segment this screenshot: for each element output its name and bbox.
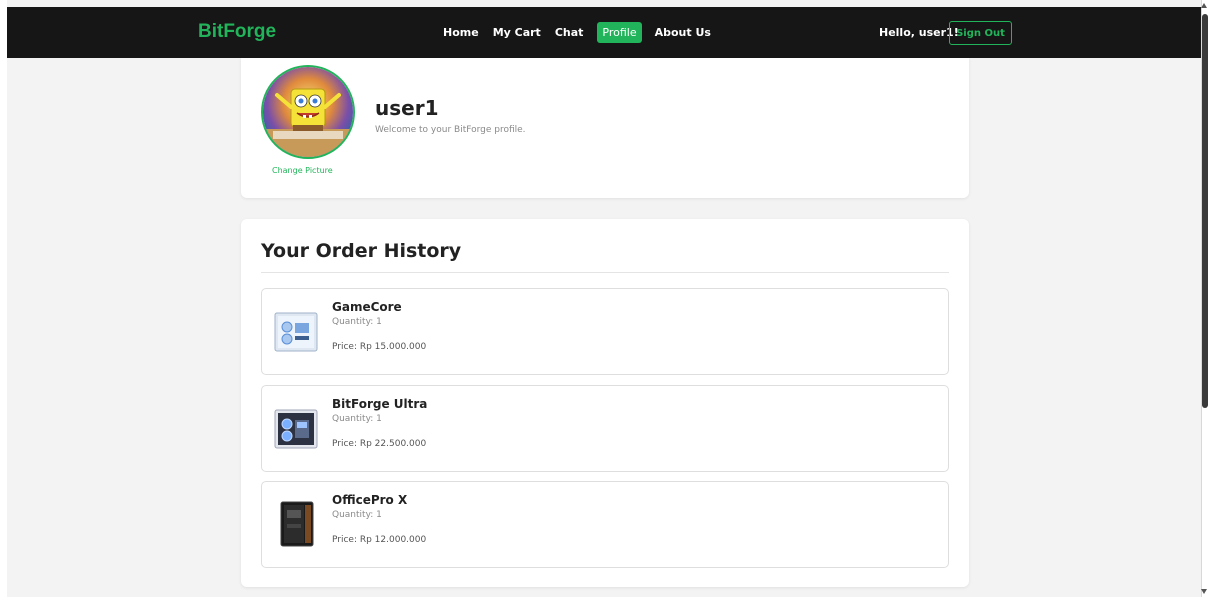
avatar-image [263, 67, 353, 157]
order-history-title: Your Order History [261, 240, 462, 262]
sign-out-button[interactable]: Sign Out [949, 21, 1012, 45]
order-item-name: BitForge Ultra [332, 397, 428, 411]
order-item-quantity: Quantity: 1 [332, 317, 382, 327]
nav-link-my-cart[interactable]: My Cart [493, 22, 541, 43]
pc-case-image [274, 409, 318, 449]
nav-link-chat[interactable]: Chat [555, 22, 584, 43]
order-item: BitForge Ultra Quantity: 1 Price: Rp 22.… [261, 385, 949, 472]
window-frame-left [0, 0, 7, 597]
nav-link-home[interactable]: Home [443, 22, 479, 43]
nav-link-about-us[interactable]: About Us [655, 22, 711, 43]
scrollbar-thumb[interactable] [1202, 14, 1208, 408]
scroll-up-icon[interactable] [1201, 3, 1207, 8]
user-greeting: Hello, user1! [879, 26, 959, 39]
order-item-price: Price: Rp 22.500.000 [332, 439, 427, 449]
profile-card: Change Picture user1 Welcome to your Bit… [241, 58, 969, 198]
profile-welcome-text: Welcome to your BitForge profile. [375, 125, 526, 135]
order-item-price: Price: Rp 15.000.000 [332, 342, 427, 352]
navbar: BitForge Home My Cart Chat Profile About… [7, 7, 1201, 58]
order-item-name: OfficePro X [332, 493, 408, 507]
order-item: OfficePro X Quantity: 1 Price: Rp 12.000… [261, 481, 949, 568]
order-item-price: Price: Rp 12.000.000 [332, 535, 427, 545]
order-item-quantity: Quantity: 1 [332, 510, 382, 520]
pc-case-image [280, 501, 314, 547]
scroll-down-icon[interactable] [1201, 589, 1207, 594]
order-item-name: GameCore [332, 300, 402, 314]
nav-links: Home My Cart Chat Profile About Us [443, 22, 725, 43]
profile-username: user1 [375, 96, 439, 120]
order-item: GameCore Quantity: 1 Price: Rp 15.000.00… [261, 288, 949, 375]
nav-link-profile[interactable]: Profile [597, 22, 642, 43]
order-history-card: Your Order History GameCore Quantity: 1 … [241, 219, 969, 587]
brand-logo[interactable]: BitForge [198, 21, 276, 43]
change-picture-link[interactable]: Change Picture [272, 166, 333, 175]
divider [261, 272, 949, 273]
order-item-quantity: Quantity: 1 [332, 414, 382, 424]
pc-case-image [274, 312, 318, 352]
scrollbar[interactable] [1201, 0, 1209, 597]
avatar[interactable] [261, 65, 355, 159]
